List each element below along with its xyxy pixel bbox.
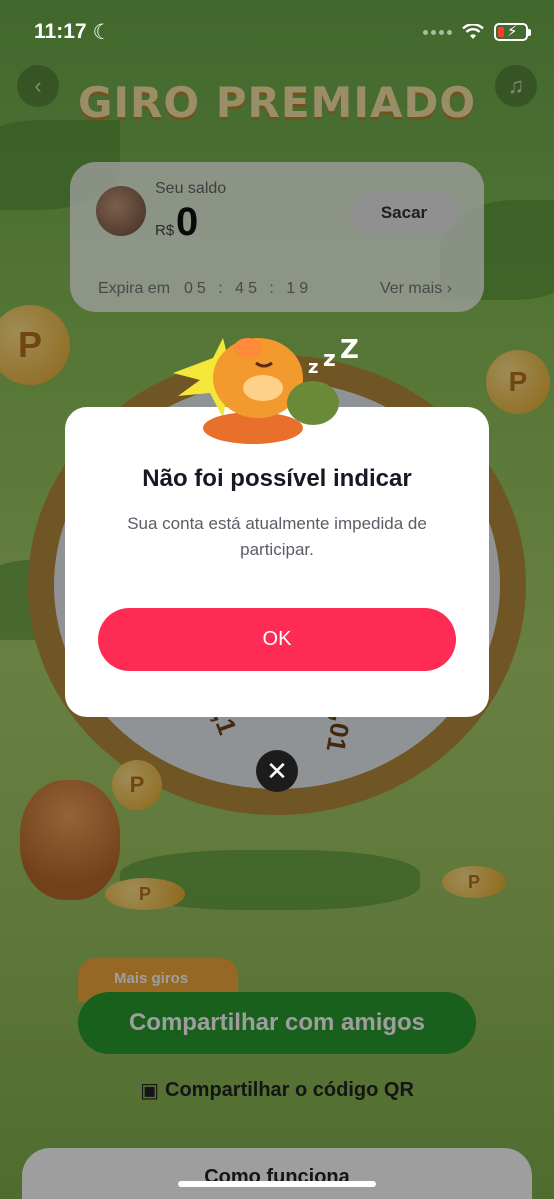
dialog-message: Sua conta está atualmente impedida de pa…: [127, 514, 427, 559]
error-dialog: Não foi possível indicar Sua conta está …: [65, 407, 489, 717]
moon-icon: ☾: [92, 20, 112, 44]
status-bar: 11:17 ☾ ⚡: [0, 0, 554, 64]
close-dialog-button[interactable]: ✕: [256, 750, 298, 792]
cellular-signal-icon: [423, 29, 452, 35]
svg-text:z: z: [308, 357, 318, 378]
home-indicator[interactable]: [178, 1181, 376, 1187]
wifi-icon: [462, 24, 484, 39]
dialog-title: Não foi possível indicar: [142, 465, 412, 492]
clock-text: 11:17: [34, 20, 87, 43]
close-icon: ✕: [266, 755, 288, 786]
svg-text:z: z: [323, 347, 336, 372]
battery-icon: ⚡: [494, 23, 531, 41]
ok-button[interactable]: OK: [98, 608, 456, 671]
sleeping-mascot-illustration: z z Z: [173, 335, 359, 444]
status-icons: ⚡: [423, 23, 531, 41]
status-time: 11:17 ☾: [34, 20, 111, 45]
svg-text:Z: Z: [340, 335, 359, 365]
